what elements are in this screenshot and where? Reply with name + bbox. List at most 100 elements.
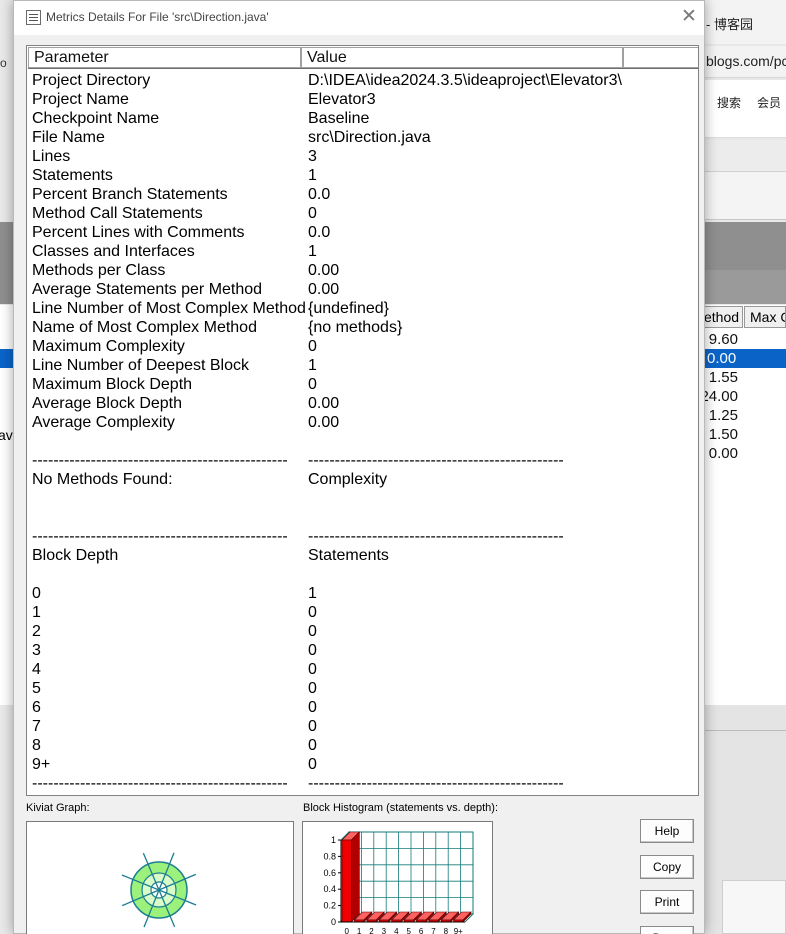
metric-parameter: ----------------------------------------…	[32, 452, 288, 469]
metric-row[interactable]: File Name src\Direction.java	[32, 128, 692, 147]
copy-button[interactable]: Copy	[640, 855, 694, 879]
histogram-y-tick-label: 0.4	[323, 884, 336, 894]
metric-row[interactable]: Project Name Elevator3	[32, 90, 692, 109]
background-tab-title[interactable]: - 博客园	[706, 14, 753, 33]
background-table-cell[interactable]: 1.25	[700, 406, 743, 425]
metric-row[interactable]: 60	[32, 698, 692, 717]
kiviat-label: Kiviat Graph:	[26, 802, 90, 814]
metric-parameter: Lines	[32, 148, 71, 165]
window-icon	[26, 10, 41, 25]
metric-value: 1	[308, 243, 317, 260]
metric-row[interactable]: Percent Branch Statements 0.0	[32, 185, 692, 204]
metric-parameter: Name of Most Complex Method	[32, 319, 257, 336]
dialog-title: Metrics Details For File 'src\Direction.…	[46, 10, 269, 24]
metric-row[interactable]: Maximum Complexity 0	[32, 337, 692, 356]
metric-row[interactable]: 10	[32, 603, 692, 622]
metric-row[interactable]: Average Complexity 0.00	[32, 413, 692, 432]
close-icon[interactable]: ✕	[678, 5, 700, 29]
background-toolbar	[700, 172, 786, 220]
background-address-text[interactable]: blogs.com/pc	[706, 53, 786, 69]
metric-value: Elevator3	[308, 91, 376, 108]
metric-value: ----------------------------------------…	[308, 452, 564, 469]
metric-parameter: 9+	[32, 756, 51, 773]
metric-row[interactable]: Classes and Interfaces 1	[32, 242, 692, 261]
metric-row[interactable]: Block Depth Statements	[32, 546, 692, 565]
dialog-titlebar[interactable]: Metrics Details For File 'src\Direction.…	[14, 1, 704, 35]
metric-row[interactable]: ----------------------------------------…	[32, 774, 692, 793]
metric-parameter: 2	[32, 623, 41, 640]
background-table-cell[interactable]: 1.50	[700, 425, 743, 444]
background-table-header[interactable]: Max C	[744, 306, 786, 328]
metric-value: 0.00	[308, 262, 340, 279]
metric-row[interactable]	[32, 432, 692, 451]
print-button[interactable]: Print	[640, 890, 694, 914]
background-left-text: o	[0, 56, 7, 70]
column-header-value[interactable]: Value	[301, 47, 623, 68]
metric-row[interactable]	[32, 489, 692, 508]
background-table-cell[interactable]: 9.60	[700, 330, 743, 349]
metric-parameter: Methods per Class	[32, 262, 166, 279]
metric-row[interactable]: 20	[32, 622, 692, 641]
metric-parameter: Maximum Complexity	[32, 338, 185, 355]
background-table-cell[interactable]: 0.00	[700, 349, 786, 368]
metric-value: 0.00	[308, 395, 340, 412]
metric-row[interactable]: Maximum Block Depth 0	[32, 375, 692, 394]
metric-row[interactable]: Project Directory D:\IDEA\idea2024.3.5\id…	[32, 71, 692, 90]
metric-row[interactable]: ----------------------------------------…	[32, 451, 692, 470]
metric-row[interactable]: Line Number of Deepest Block 1	[32, 356, 692, 375]
metric-parameter: Method Call Statements	[32, 205, 203, 222]
metric-row[interactable]: No Methods Found: Complexity	[32, 470, 692, 489]
background-panel-dark	[700, 270, 786, 304]
metric-row[interactable]: Method Call Statements 0	[32, 204, 692, 223]
metric-row[interactable]: Statements 1	[32, 166, 692, 185]
metric-value: 0	[308, 737, 317, 754]
background-nav-search[interactable]: 搜索	[717, 94, 741, 111]
column-header-empty[interactable]	[623, 47, 698, 68]
metrics-rows: Project Directory D:\IDEA\idea2024.3.5\id…	[32, 71, 692, 793]
metric-row[interactable]	[32, 508, 692, 527]
metric-row[interactable]: Percent Lines with Comments 0.0	[32, 223, 692, 242]
metric-row[interactable]: 80	[32, 736, 692, 755]
metric-row[interactable]: Methods per Class 0.00	[32, 261, 692, 280]
metric-parameter: Maximum Block Depth	[32, 376, 193, 393]
metric-row[interactable]: Lines 3	[32, 147, 692, 166]
metric-value: 0	[308, 699, 317, 716]
help-button[interactable]: Help	[640, 819, 694, 843]
background-table-cell[interactable]: 24.00	[700, 387, 743, 406]
background-nav-member[interactable]: 会员	[757, 94, 781, 111]
background-table-cell[interactable]: 0.00	[700, 444, 743, 463]
metric-parameter: 0	[32, 585, 41, 602]
metric-row[interactable]: 50	[32, 679, 692, 698]
column-header-parameter[interactable]: Parameter	[28, 47, 301, 68]
histogram-bar	[341, 839, 352, 923]
metric-row[interactable]: ----------------------------------------…	[32, 527, 692, 546]
background-table-cell[interactable]: 1.55	[700, 368, 743, 387]
kiviat-graph	[26, 821, 294, 934]
metric-row[interactable]: Line Number of Most Complex Method {undef…	[32, 299, 692, 318]
metric-row[interactable]: 30	[32, 641, 692, 660]
metric-parameter: Average Statements per Method	[32, 281, 263, 298]
metric-row[interactable]	[32, 565, 692, 584]
metric-row[interactable]: 01	[32, 584, 692, 603]
histogram-bar-side	[351, 831, 360, 923]
metric-row[interactable]: Checkpoint Name Baseline	[32, 109, 692, 128]
metric-value: 1	[308, 585, 317, 602]
metric-parameter: Project Directory	[32, 72, 151, 89]
metric-row[interactable]: 9+ 0	[32, 755, 692, 774]
histogram-x-tick-label: 4	[394, 927, 399, 934]
metric-value: src\Direction.java	[308, 129, 431, 146]
metrics-list[interactable]: Parameter Value Project Directory D:\IDEA…	[26, 45, 699, 796]
metric-row[interactable]: Average Statements per Method 0.00	[32, 280, 692, 299]
metric-row[interactable]: 40	[32, 660, 692, 679]
background-table-header[interactable]: ethod	[701, 306, 743, 328]
metric-value: 0	[308, 642, 317, 659]
metric-row[interactable]: 70	[32, 717, 692, 736]
histogram-x-tick-label: 0	[344, 927, 349, 934]
done-button[interactable]: Done	[640, 926, 694, 934]
metric-parameter: 1	[32, 604, 41, 621]
metric-parameter: Block Depth	[32, 547, 119, 564]
metric-value: 0	[308, 338, 317, 355]
metric-value: 0	[308, 205, 317, 222]
metric-row[interactable]: Average Block Depth 0.00	[32, 394, 692, 413]
metric-row[interactable]: Name of Most Complex Method {no methods}	[32, 318, 692, 337]
